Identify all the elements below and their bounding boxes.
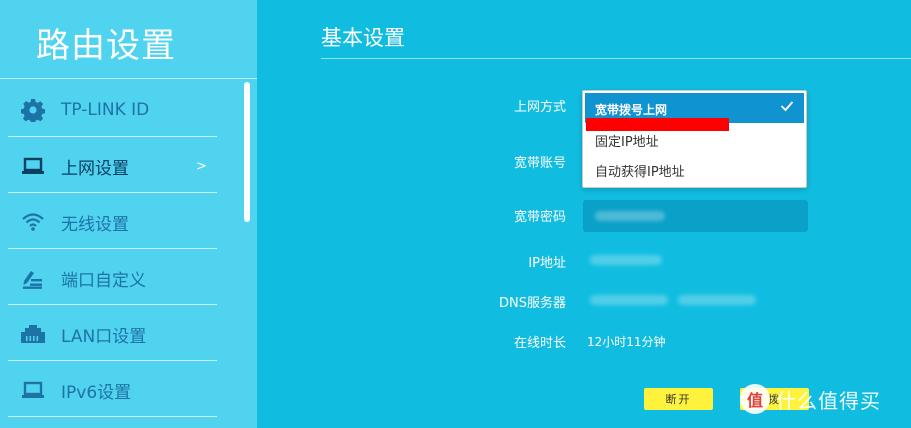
sidebar-item-wireless[interactable]: 无线设置 (0, 194, 217, 250)
gear-icon (20, 98, 46, 122)
sidebar-item-label: 无线设置 (61, 214, 129, 235)
nav-divider (8, 192, 217, 193)
online-time-value: 12小时11分钟 (587, 335, 666, 349)
laptop-icon (20, 378, 46, 402)
obscured-dns-secondary (678, 295, 756, 305)
watermark: 值 什么值得买 (740, 384, 881, 414)
nav-divider (8, 360, 217, 361)
lan-port-icon (20, 322, 46, 346)
sidebar-item-tplink-id[interactable]: TP-LINK ID (0, 82, 217, 138)
wifi-icon (20, 210, 46, 234)
online-time-label: 在线时长 (513, 336, 566, 351)
nav-divider (8, 136, 217, 137)
title-divider (0, 78, 257, 79)
title-divider (321, 58, 911, 59)
dropdown-selected-label: 宽带拨号上网 (595, 103, 668, 117)
sidebar-scrollbar[interactable] (244, 82, 250, 222)
watermark-badge: 值 (740, 384, 770, 414)
sidebar-item-internet[interactable]: 上网设置 > (0, 138, 217, 194)
password-label: 宽带密码 (513, 210, 566, 225)
redaction-bar (586, 118, 729, 131)
connection-type-label: 上网方式 (513, 100, 566, 115)
sidebar-item-label: 端口自定义 (61, 270, 146, 291)
nav-divider (8, 416, 217, 417)
ip-label: IP地址 (528, 256, 566, 271)
dns-label: DNS服务器 (499, 296, 566, 311)
obscured-value (595, 211, 665, 221)
nav-divider (8, 304, 217, 305)
sidebar: 路由设置 TP-LINK ID 上网设置 > 无线设置 端口自定义 LAN口设置… (0, 0, 257, 428)
obscured-dns-primary (590, 295, 668, 305)
dropdown-option-dhcp[interactable]: 自动获得IP地址 (595, 161, 685, 180)
laptop-icon (20, 154, 46, 178)
sidebar-item-port-custom[interactable]: 端口自定义 (0, 250, 217, 306)
app-title: 路由设置 (36, 26, 176, 66)
disconnect-button[interactable]: 断开 (644, 388, 713, 410)
sidebar-item-lan[interactable]: LAN口设置 (0, 306, 217, 362)
check-icon (780, 99, 794, 116)
sidebar-item-label: IPv6设置 (61, 382, 132, 403)
password-field[interactable] (583, 200, 808, 232)
edit-list-icon (20, 266, 46, 290)
watermark-text: 什么值得买 (776, 388, 881, 413)
sidebar-item-label: LAN口设置 (61, 326, 147, 347)
page-title: 基本设置 (321, 26, 405, 50)
connection-type-dropdown[interactable]: 宽带拨号上网 固定IP地址 自动获得IP地址 (582, 90, 807, 188)
nav-divider (8, 248, 217, 249)
account-label: 宽带账号 (513, 156, 566, 171)
obscured-ip-value (590, 255, 662, 265)
sidebar-item-ipv6[interactable]: IPv6设置 (0, 362, 217, 418)
chevron-right-icon: > (196, 158, 207, 174)
sidebar-item-label: 上网设置 (61, 158, 129, 179)
sidebar-item-label: TP-LINK ID (61, 100, 150, 120)
dropdown-option-static-ip[interactable]: 固定IP地址 (595, 131, 659, 150)
